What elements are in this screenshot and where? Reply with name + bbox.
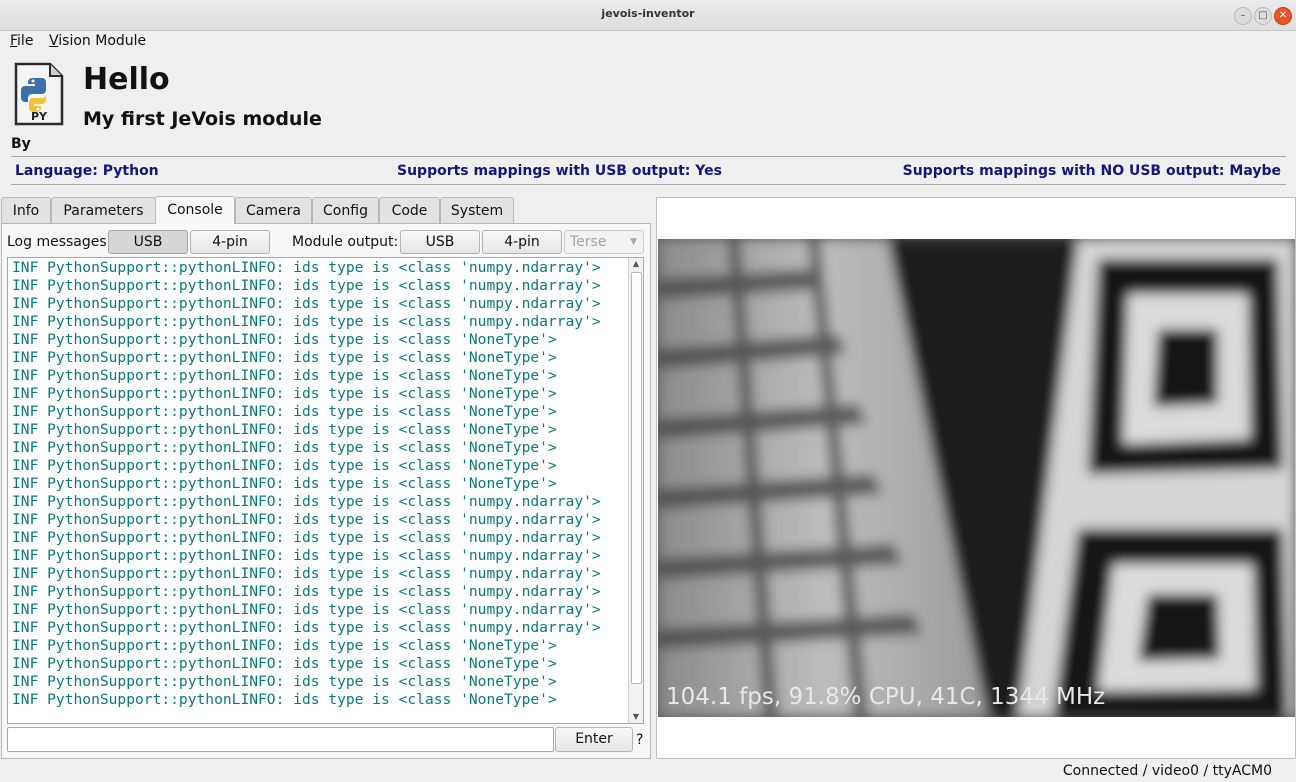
tab-camera[interactable]: Camera (235, 197, 312, 223)
log-line: INF PythonSupport::pythonLINFO: ids type… (12, 475, 557, 492)
console-scrollbar[interactable]: ▲ ▼ (628, 258, 643, 723)
module-subtitle: My first JeVois module (83, 108, 322, 130)
scrollbar-thumb[interactable] (631, 272, 642, 684)
log-line: INF PythonSupport::pythonLINFO: ids type… (12, 331, 557, 348)
log-line: INF PythonSupport::pythonLINFO: ids type… (12, 439, 557, 456)
log-line: INF PythonSupport::pythonLINFO: ids type… (12, 673, 557, 690)
tab-console[interactable]: Console (155, 196, 235, 224)
output-usb-button[interactable]: USB (400, 230, 480, 254)
log-line: INF PythonSupport::pythonLINFO: ids type… (12, 691, 557, 708)
camera-frame-image: 104.1 fps, 91.8% CPU, 41C, 1344 MHz (658, 239, 1295, 717)
window-titlebar[interactable]: jevois-inventor – □ ✕ (0, 0, 1296, 31)
log-line: INF PythonSupport::pythonLINFO: ids type… (12, 493, 601, 510)
language-info: Language: Python (15, 163, 159, 179)
log-line: INF PythonSupport::pythonLINFO: ids type… (12, 277, 601, 294)
close-icon[interactable]: ✕ (1274, 7, 1292, 25)
log-line: INF PythonSupport::pythonLINFO: ids type… (12, 601, 601, 618)
tab-parameters[interactable]: Parameters (51, 197, 156, 223)
scroll-down-icon[interactable]: ▼ (629, 711, 643, 723)
log-line: INF PythonSupport::pythonLINFO: ids type… (12, 259, 601, 276)
log-line: INF PythonSupport::pythonLINFO: ids type… (12, 529, 601, 546)
console-log[interactable]: INF PythonSupport::pythonLINFO: ids type… (7, 257, 644, 724)
log-line: INF PythonSupport::pythonLINFO: ids type… (12, 565, 601, 582)
log-line: INF PythonSupport::pythonLINFO: ids type… (12, 349, 557, 366)
log-line: INF PythonSupport::pythonLINFO: ids type… (12, 385, 557, 402)
log-line: INF PythonSupport::pythonLINFO: ids type… (12, 583, 601, 600)
menu-file[interactable]: File (10, 33, 33, 49)
tab-info[interactable]: Info (1, 197, 51, 223)
log-line: INF PythonSupport::pythonLINFO: ids type… (12, 367, 557, 384)
menubar: File Vision Module (0, 31, 1296, 51)
module-author: By (11, 136, 31, 152)
log-line: INF PythonSupport::pythonLINFO: ids type… (12, 619, 601, 636)
tab-code[interactable]: Code (379, 197, 440, 223)
tab-system[interactable]: System (440, 197, 514, 223)
verbosity-select[interactable]: Terse ▼ (564, 230, 644, 254)
chevron-down-icon: ▼ (630, 237, 637, 247)
nousb-support-info: Supports mappings with NO USB output: Ma… (902, 163, 1281, 179)
tab-config[interactable]: Config (312, 197, 379, 223)
menu-vision-module[interactable]: Vision Module (49, 33, 146, 49)
log-4pin-button[interactable]: 4-pin (190, 230, 270, 254)
log-lines: INF PythonSupport::pythonLINFO: ids type… (12, 259, 601, 709)
module-name: Hello (83, 62, 170, 97)
log-line: INF PythonSupport::pythonLINFO: ids type… (12, 547, 601, 564)
log-usb-button[interactable]: USB (108, 230, 188, 254)
enter-button[interactable]: Enter (555, 727, 633, 752)
log-line: INF PythonSupport::pythonLINFO: ids type… (12, 457, 557, 474)
log-line: INF PythonSupport::pythonLINFO: ids type… (12, 403, 557, 420)
log-line: INF PythonSupport::pythonLINFO: ids type… (12, 511, 601, 528)
log-line: INF PythonSupport::pythonLINFO: ids type… (12, 295, 601, 312)
log-messages-label: Log messages: (7, 234, 112, 250)
maximize-icon[interactable]: □ (1254, 7, 1272, 25)
python-file-icon: PY (14, 62, 64, 126)
window-title: jevois-inventor (601, 7, 695, 20)
help-button[interactable]: ? (636, 732, 643, 748)
divider-bottom (11, 184, 1286, 185)
command-input[interactable] (7, 727, 554, 752)
module-output-label: Module output: (292, 234, 399, 250)
divider-top (11, 156, 1286, 157)
log-line: INF PythonSupport::pythonLINFO: ids type… (12, 313, 601, 330)
icon-label: PY (31, 110, 48, 123)
minimize-icon[interactable]: – (1234, 7, 1252, 25)
status-bar: Connected / video0 / ttyACM0 (1062, 763, 1272, 779)
output-4pin-button[interactable]: 4-pin (482, 230, 562, 254)
log-line: INF PythonSupport::pythonLINFO: ids type… (12, 421, 557, 438)
usb-support-info: Supports mappings with USB output: Yes (397, 163, 722, 179)
fps-overlay: 104.1 fps, 91.8% CPU, 41C, 1344 MHz (666, 684, 1105, 710)
scroll-up-icon[interactable]: ▲ (629, 258, 643, 270)
log-line: INF PythonSupport::pythonLINFO: ids type… (12, 637, 557, 654)
camera-video: 104.1 fps, 91.8% CPU, 41C, 1344 MHz (658, 239, 1295, 717)
log-line: INF PythonSupport::pythonLINFO: ids type… (12, 655, 557, 672)
